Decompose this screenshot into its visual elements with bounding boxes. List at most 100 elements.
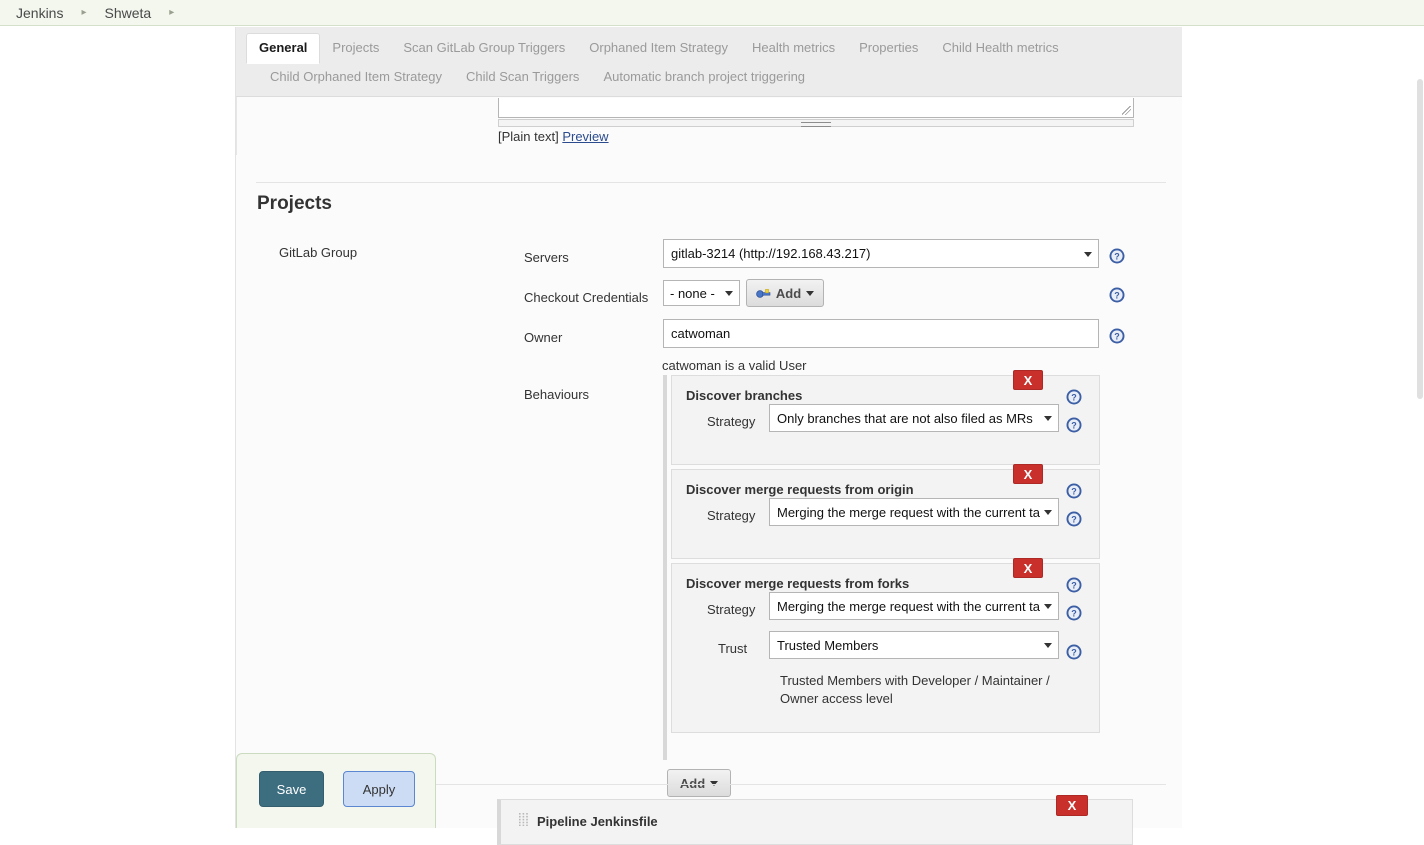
drag-handle-icon[interactable]	[519, 813, 528, 826]
add-behaviour-label: Add	[680, 776, 705, 791]
save-button[interactable]: Save	[259, 771, 324, 807]
svg-text:?: ?	[1114, 291, 1120, 301]
strategy-select[interactable]: Merging the merge request with the curre…	[769, 498, 1059, 526]
tab-health-metrics[interactable]: Health metrics	[740, 34, 847, 63]
servers-select-value: gitlab-3214 (http://192.168.43.217)	[671, 246, 870, 261]
behaviours-label: Behaviours	[524, 387, 589, 402]
strategy-select-value: Merging the merge request with the curre…	[777, 505, 1040, 520]
svg-text:?: ?	[1071, 393, 1077, 403]
markup-type-label: [Plain text]	[498, 129, 559, 144]
behaviour-block-discover-mrs-forks: Discover merge requests from forks Strat…	[671, 563, 1100, 733]
svg-text:?: ?	[1114, 252, 1120, 262]
help-icon[interactable]: ?	[1066, 483, 1082, 499]
help-icon[interactable]: ?	[1066, 389, 1082, 405]
breadcrumb-separator-icon: ▸	[81, 8, 86, 18]
strategy-select-value: Merging the merge request with the curre…	[777, 599, 1040, 614]
owner-input-value: catwoman	[671, 326, 730, 341]
behaviours-list: Discover branches Strategy Only branches…	[663, 375, 1096, 760]
owner-label: Owner	[524, 330, 562, 345]
description-textarea[interactable]	[498, 98, 1134, 118]
projects-section-heading: Projects	[257, 193, 332, 215]
servers-select[interactable]: gitlab-3214 (http://192.168.43.217)	[663, 239, 1099, 268]
delete-behaviour-button[interactable]: X	[1013, 558, 1043, 578]
save-apply-bar: ed Save Apply	[236, 753, 436, 828]
delete-behaviour-button[interactable]: X	[1013, 464, 1043, 484]
config-tab-strip: GeneralProjectsScan GitLab Group Trigger…	[236, 27, 1182, 97]
chevron-down-icon	[806, 291, 814, 296]
tab-child-health-metrics[interactable]: Child Health metrics	[930, 34, 1070, 63]
trust-select[interactable]: Trusted Members	[769, 631, 1059, 659]
add-credentials-label: Add	[776, 286, 801, 301]
page-scrollbar-thumb[interactable]	[1417, 79, 1423, 399]
checkout-credentials-select[interactable]: - none -	[663, 280, 740, 306]
pipeline-jenkinsfile-block: Pipeline Jenkinsfile	[497, 799, 1133, 845]
content-pane: GeneralProjectsScan GitLab Group Trigger…	[236, 27, 1182, 828]
trust-label: Trust	[718, 641, 747, 656]
chevron-down-icon	[1044, 604, 1052, 609]
description-markup-row: [Plain text] Preview	[498, 129, 609, 144]
help-icon[interactable]: ?	[1066, 644, 1082, 660]
help-icon[interactable]: ?	[1109, 287, 1125, 303]
description-field-tail: [Plain text] Preview	[236, 97, 1182, 155]
pipeline-title: Pipeline Jenkinsfile	[537, 814, 658, 829]
tab-general[interactable]: General	[246, 33, 320, 64]
svg-text:?: ?	[1114, 332, 1120, 342]
behaviour-title: Discover merge requests from forks	[686, 576, 909, 591]
breadcrumb-item-jenkins[interactable]: Jenkins	[16, 5, 63, 21]
tab-automatic-branch-project-triggering[interactable]: Automatic branch project triggering	[591, 63, 817, 92]
tab-child-orphaned-item-strategy[interactable]: Child Orphaned Item Strategy	[258, 63, 454, 92]
svg-text:?: ?	[1071, 581, 1077, 591]
svg-text:?: ?	[1071, 609, 1077, 619]
servers-label: Servers	[524, 250, 569, 265]
chevron-down-icon	[1084, 252, 1092, 257]
strategy-label: Strategy	[707, 414, 755, 429]
tab-child-scan-triggers[interactable]: Child Scan Triggers	[454, 63, 591, 92]
strategy-label: Strategy	[707, 602, 755, 617]
add-behaviour-button[interactable]: Add	[667, 769, 731, 797]
checkout-credentials-label: Checkout Credentials	[524, 290, 648, 305]
delete-behaviour-button[interactable]: X	[1013, 370, 1043, 390]
trust-description: Trusted Members with Developer / Maintai…	[780, 672, 1060, 708]
breadcrumb: Jenkins ▸ Shweta ▸	[0, 0, 1424, 26]
textarea-drag-resize-bar[interactable]	[498, 119, 1134, 127]
chevron-down-icon	[1044, 643, 1052, 648]
breadcrumb-separator-icon: ▸	[169, 8, 174, 18]
help-icon[interactable]: ?	[1066, 605, 1082, 621]
apply-button[interactable]: Apply	[343, 771, 415, 807]
behaviour-title: Discover merge requests from origin	[686, 482, 914, 497]
chevron-down-icon	[1044, 416, 1052, 421]
key-icon	[756, 288, 771, 299]
page-scrollbar[interactable]	[1416, 27, 1424, 828]
strategy-select-value: Only branches that are not also filed as…	[777, 411, 1033, 426]
resize-handle-icon[interactable]	[1122, 106, 1131, 115]
config-form-body: [Plain text] Preview Projects GitLab Gro…	[236, 97, 1182, 828]
help-icon[interactable]: ?	[1109, 328, 1125, 344]
strategy-select[interactable]: Merging the merge request with the curre…	[769, 592, 1059, 620]
tab-scan-gitlab-group-triggers[interactable]: Scan GitLab Group Triggers	[391, 34, 577, 63]
help-icon[interactable]: ?	[1066, 511, 1082, 527]
preview-link[interactable]: Preview	[562, 129, 608, 144]
delete-pipeline-button[interactable]: X	[1056, 795, 1088, 816]
trust-select-value: Trusted Members	[777, 638, 878, 653]
tab-orphaned-item-strategy[interactable]: Orphaned Item Strategy	[577, 34, 740, 63]
breadcrumb-item-shweta[interactable]: Shweta	[105, 5, 152, 21]
help-icon[interactable]: ?	[1066, 577, 1082, 593]
svg-text:?: ?	[1071, 421, 1077, 431]
behaviour-title: Discover branches	[686, 388, 802, 403]
svg-text:?: ?	[1071, 515, 1077, 525]
add-credentials-button[interactable]: Add	[746, 279, 824, 307]
checkout-credentials-value: - none -	[670, 286, 715, 301]
svg-text:?: ?	[1071, 648, 1077, 658]
tab-projects[interactable]: Projects	[320, 34, 391, 63]
owner-validation-message: catwoman is a valid User	[662, 358, 807, 373]
strategy-label: Strategy	[707, 508, 755, 523]
owner-input[interactable]: catwoman	[663, 319, 1099, 348]
gitlab-group-label: GitLab Group	[279, 245, 357, 260]
section-divider	[256, 182, 1166, 183]
strategy-select[interactable]: Only branches that are not also filed as…	[769, 404, 1059, 432]
tab-properties[interactable]: Properties	[847, 34, 930, 63]
help-icon[interactable]: ?	[1109, 248, 1125, 264]
help-icon[interactable]: ?	[1066, 417, 1082, 433]
chevron-down-icon	[725, 291, 733, 296]
chevron-down-icon	[1044, 510, 1052, 515]
